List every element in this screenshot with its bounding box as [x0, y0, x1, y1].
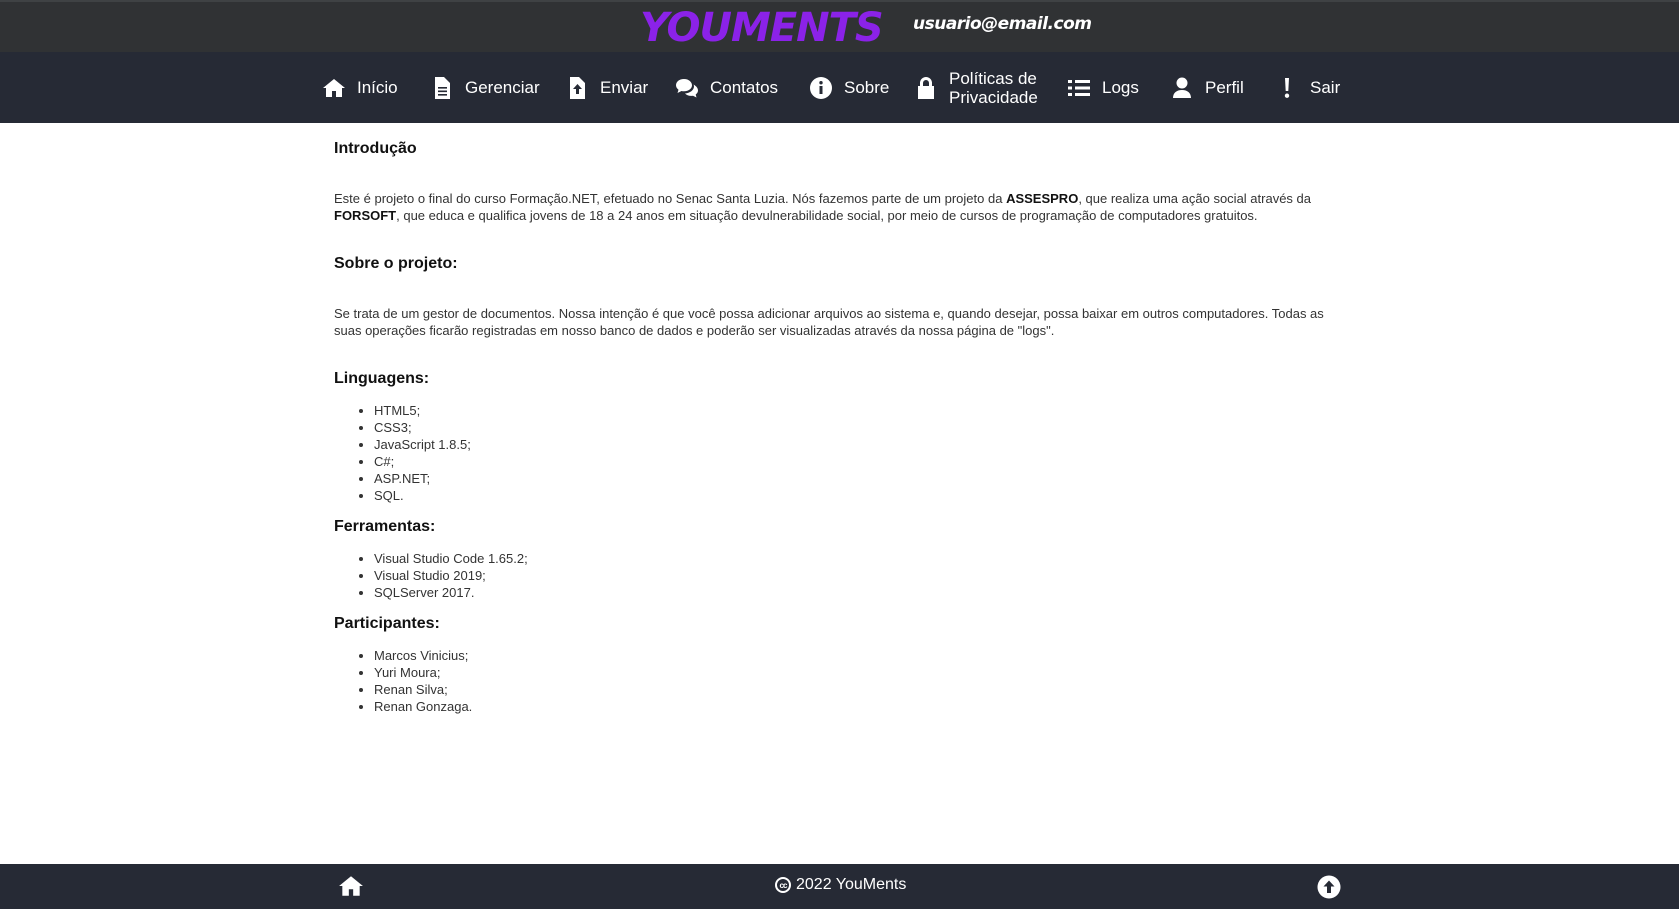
home-icon	[339, 876, 363, 896]
main-nav: Início Gerenciar Enviar Contatos Sobre P…	[0, 52, 1679, 123]
nav-item-sair[interactable]: Sair	[1275, 52, 1340, 123]
list-item: SQLServer 2017.	[374, 584, 1324, 601]
top-bar: YOUMENTS usuario@email.com	[0, 0, 1679, 52]
project-paragraph: Se trata de um gestor de documentos. Nos…	[334, 306, 1324, 338]
list-item: Yuri Moura;	[374, 664, 1324, 681]
nav-item-logs[interactable]: Logs	[1067, 52, 1139, 123]
tools-title: Ferramentas:	[334, 518, 436, 535]
assespro-text: ASSESPRO	[1006, 191, 1079, 206]
nav-item-politicas[interactable]: Políticas de Privacidade	[914, 52, 1039, 123]
footer-home-button[interactable]	[337, 873, 365, 899]
list-item: C#;	[374, 453, 1324, 470]
exclamation-icon	[1284, 77, 1290, 98]
comments-icon	[676, 78, 698, 97]
main-content: Introdução Este é projeto o final do cur…	[334, 140, 1324, 715]
list-item: CSS3;	[374, 419, 1324, 436]
list-item: SQL.	[374, 487, 1324, 504]
logo[interactable]: YOUMENTS	[640, 6, 884, 50]
forsoft-text: FORSOFT	[334, 208, 397, 223]
list-icon	[1068, 79, 1090, 96]
nav-item-label: Perfil	[1205, 77, 1244, 97]
nav-item-label: Sair	[1310, 77, 1341, 97]
participants-list: Marcos Vinicius; Yuri Moura; Renan Silva…	[374, 647, 1324, 715]
nav-item-label: Gerenciar	[465, 77, 540, 97]
participants-title: Participantes:	[334, 615, 440, 632]
user-icon	[1173, 77, 1191, 98]
list-item: Visual Studio Code 1.65.2;	[374, 550, 1324, 567]
list-item: Visual Studio 2019;	[374, 567, 1324, 584]
nav-item-label: Sobre	[844, 77, 890, 97]
user-email: usuario@email.com	[913, 14, 1092, 34]
tools-list: Visual Studio Code 1.65.2; Visual Studio…	[374, 550, 1324, 601]
copyright: cc 2022 YouMents	[775, 876, 906, 894]
lock-icon	[918, 76, 934, 99]
info-icon	[810, 76, 832, 99]
nav-item-perfil[interactable]: Perfil	[1170, 52, 1244, 123]
list-item: Marcos Vinicius;	[374, 647, 1324, 664]
list-item: JavaScript 1.8.5;	[374, 436, 1324, 453]
copyright-text: 2022 YouMents	[796, 876, 907, 893]
list-item: ASP.NET;	[374, 470, 1324, 487]
nav-item-label: Início	[357, 77, 398, 97]
nav-item-gerenciar[interactable]: Gerenciar	[430, 52, 540, 123]
arrow-up-circle-icon	[1317, 875, 1341, 899]
intro-title: Introdução	[334, 140, 417, 157]
nav-item-contatos[interactable]: Contatos	[675, 52, 778, 123]
nav-item-label: Contatos	[710, 77, 779, 97]
list-item: Renan Silva;	[374, 681, 1324, 698]
list-item: Renan Gonzaga.	[374, 698, 1324, 715]
nav-item-label: Enviar	[600, 77, 649, 97]
nav-item-enviar[interactable]: Enviar	[565, 52, 648, 123]
languages-list: HTML5; CSS3; JavaScript 1.8.5; C#; ASP.N…	[374, 402, 1324, 504]
home-icon	[323, 78, 345, 97]
upload-file-icon	[570, 76, 585, 99]
nav-item-label: Políticas de Privacidade	[949, 68, 1038, 107]
back-to-top-button[interactable]	[1317, 875, 1341, 899]
creative-commons-icon: cc	[775, 877, 791, 893]
languages-title: Linguagens:	[334, 370, 430, 387]
project-title: Sobre o projeto:	[334, 255, 458, 272]
nav-item-sobre[interactable]: Sobre	[809, 52, 889, 123]
nav-item-label: Logs	[1102, 77, 1139, 97]
intro-paragraph: Este é projeto o final do curso Formação…	[334, 191, 1311, 223]
list-item: HTML5;	[374, 402, 1324, 419]
nav-item-inicio[interactable]: Início	[322, 52, 398, 123]
file-icon	[435, 76, 450, 99]
footer: cc 2022 YouMents	[0, 864, 1679, 909]
